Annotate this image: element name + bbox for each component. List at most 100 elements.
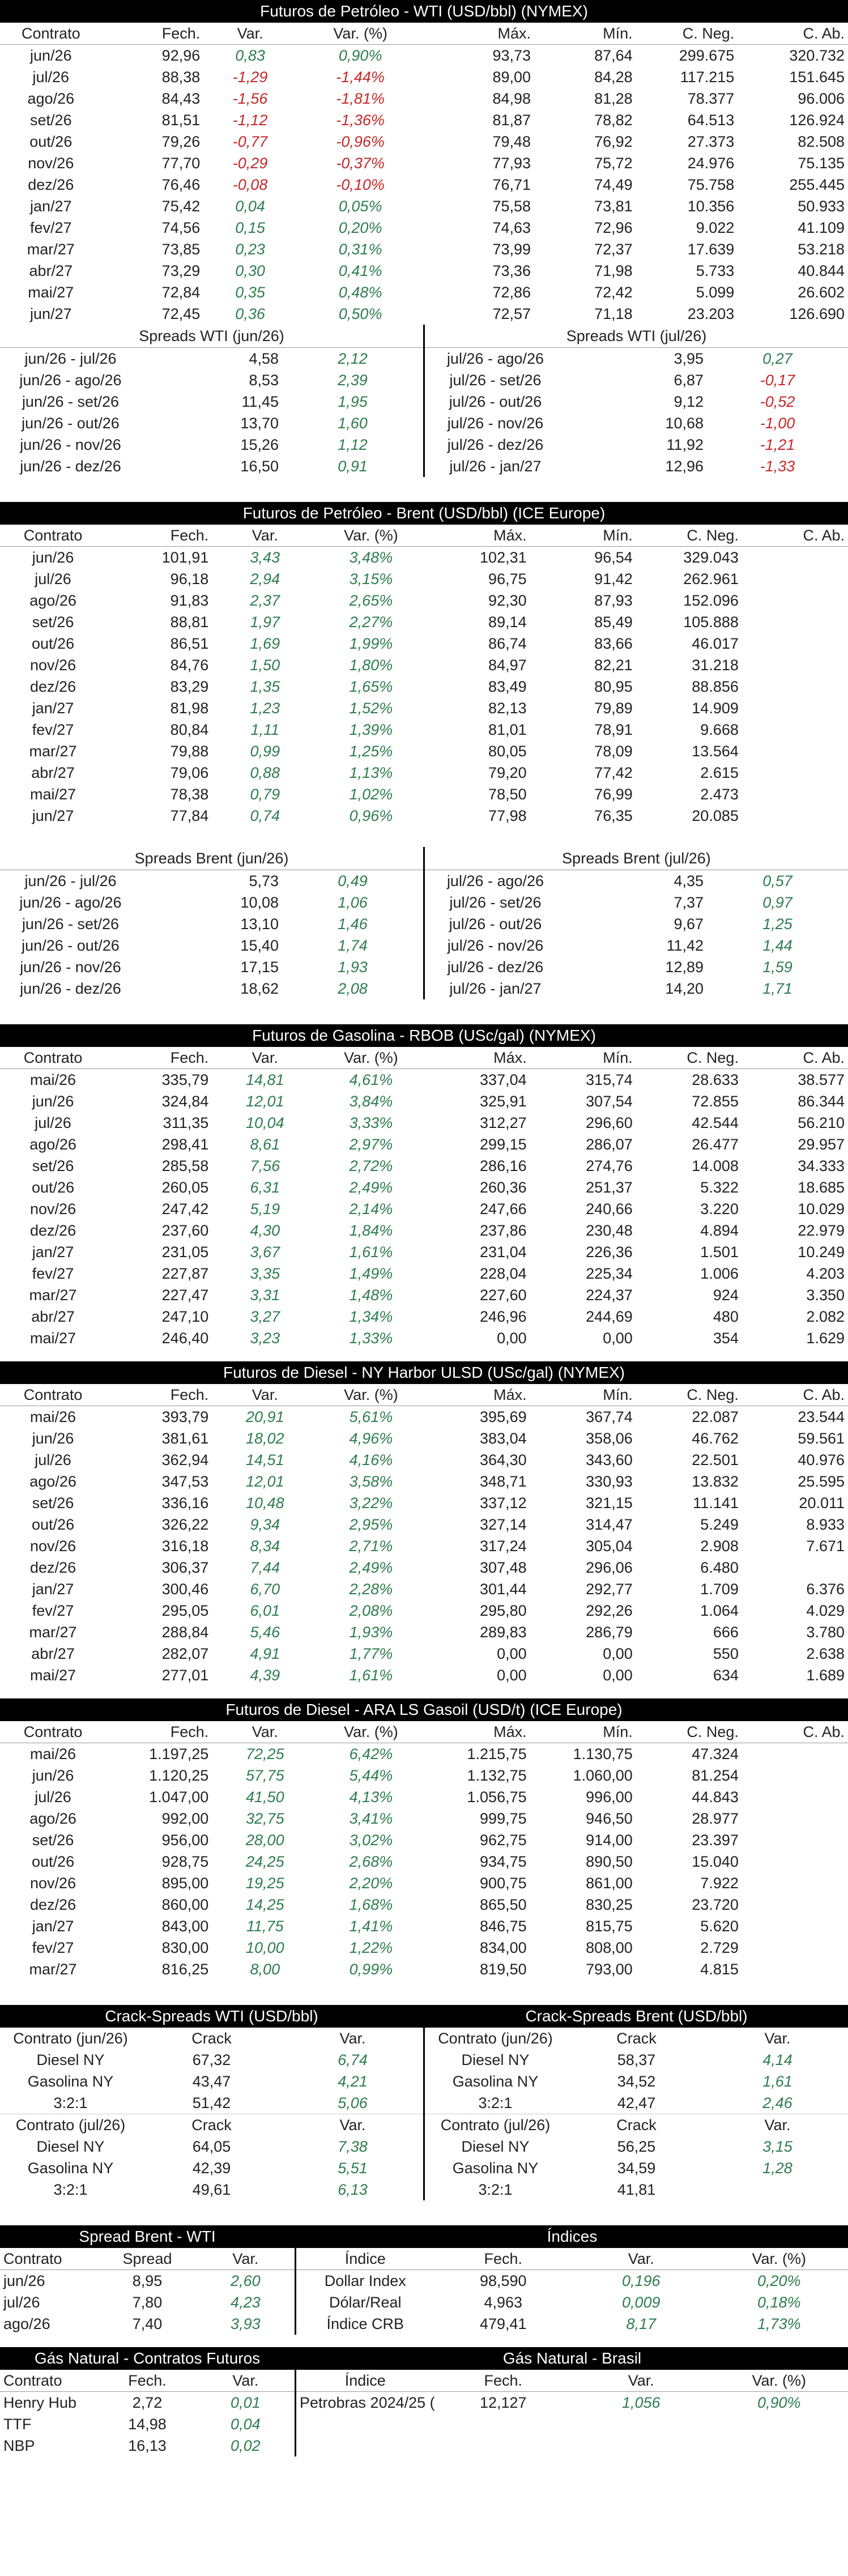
table-cell: 0,00 (603, 1330, 633, 1347)
table-row: mar/27 227,47 3,31 1,48% 227,60 224,37 924 3.35… (0, 1284, 848, 1306)
table-cell: 337,04 (480, 1071, 527, 1088)
table-cell: 0,31% (338, 241, 382, 258)
table-cell: 2,72 (132, 2394, 163, 2411)
column-header: Crack (141, 2114, 282, 2136)
table-cell: 9,34 (250, 1516, 280, 1533)
table-cell: jul/26 (35, 1789, 71, 1806)
table-cell (742, 1765, 848, 1786)
table-cell: 5.099 (696, 284, 735, 301)
table-cell (742, 1915, 848, 1937)
table-cell: 246,96 (480, 1308, 527, 1325)
table-cell: 74,63 (492, 219, 531, 236)
table-row: jul/26 - jan/27 14,20 1,71 (425, 978, 848, 999)
table-cell: 8,00 (250, 1961, 280, 1978)
table-cell: jul/26 (35, 570, 71, 587)
column-header: Var. (%) (318, 1721, 424, 1743)
table-row: jul/26 88,38 -1,29 -1,44% 89,00 84,28 117.215 1… (0, 66, 848, 88)
table-cell: 1,69 (250, 635, 280, 652)
table-cell: 1.006 (700, 1265, 739, 1282)
table-cell: 4,35 (674, 872, 704, 889)
table-cell: 277,01 (161, 1667, 209, 1684)
table-cell: 34,59 (617, 2160, 656, 2177)
table-cell: 327,14 (480, 1516, 527, 1533)
table-cell: 311,35 (163, 1114, 209, 1131)
table-cell: set/26 (32, 1157, 74, 1174)
table-row: Gasolina NY 34,52 1,61 (425, 2071, 848, 2092)
table-cell (742, 1808, 848, 1829)
table-cell: 1.130,75 (573, 1745, 633, 1762)
table-row: ago/26 347,53 12,01 3,58% 348,71 330,93 13.832… (0, 1471, 848, 1492)
table-cell: 0,57 (762, 872, 792, 889)
table-row: out/26 326,22 9,34 2,95% 327,14 314,47 5.249 8.… (0, 1514, 848, 1535)
table-row: nov/26 77,70 -0,29 -0,37% 77,93 75,72 24.976 75… (0, 152, 848, 174)
table-cell: 89,14 (488, 614, 527, 631)
table-cell: 126.690 (789, 305, 845, 322)
table-cell: mai/26 (30, 1408, 76, 1425)
table-cell: 5,46 (250, 1624, 280, 1641)
table-row: ago/26 298,41 8,61 2,97% 299,15 286,07 26.477 2… (0, 1134, 848, 1155)
table-cell: 44.843 (692, 1789, 739, 1806)
brent-spreads: Spreads Brent (jun/26) jun/26 - jul/26 5,… (0, 847, 848, 999)
table-cell: jul/26 - dez/26 (447, 436, 544, 453)
table-cell: 1,99% (349, 635, 393, 652)
table-cell: 861,00 (586, 1875, 633, 1892)
table-cell: 244,69 (586, 1308, 633, 1325)
table-cell: 246,40 (161, 1330, 209, 1347)
table-cell: 286,16 (480, 1157, 527, 1174)
table-cell: 79,26 (161, 133, 201, 150)
table-cell: 4,91 (250, 1645, 280, 1662)
table-cell: 914,00 (586, 1832, 633, 1849)
table-cell: 40.844 (798, 262, 845, 279)
table-cell: 6.376 (806, 1581, 845, 1598)
table-row: jul/26 - jan/27 12,96 -1,33 (425, 455, 848, 477)
table-cell: 22.979 (798, 1222, 845, 1239)
table-cell: 64.513 (687, 112, 735, 129)
table-cell: 0,36 (235, 305, 265, 322)
table-cell: jul/26 - set/26 (449, 372, 542, 389)
table-cell: jul/26 - ago/26 (446, 872, 544, 889)
table-row: jun/26 - jul/26 5,73 0,49 (0, 870, 423, 892)
table-cell: 1,93% (349, 1624, 393, 1641)
table-cell: 10,68 (665, 415, 704, 432)
table-row: abr/27 282,07 4,91 1,77% 0,00 0,00 550 2.638 (0, 1643, 848, 1664)
table-row: Dollar Index 98,590 0,196 0,20% (296, 2270, 848, 2292)
table-cell: 85,49 (594, 614, 633, 631)
column-header: C. Neg. (636, 1047, 742, 1069)
table-cell: fev/27 (32, 1939, 74, 1956)
table-cell: 0,00 (497, 1330, 527, 1347)
table-cell: 6,74 (338, 2051, 368, 2068)
table-cell: jul/26 (35, 1451, 71, 1468)
table-cell: 25.595 (798, 1473, 845, 1490)
table-cell: 10.029 (798, 1200, 845, 1217)
table-cell (742, 805, 848, 827)
table-row: dez/26 860,00 14,25 1,68% 865,50 830,25 23.720 (0, 1894, 848, 1915)
table-cell: 83,49 (488, 678, 527, 695)
table-cell: 0,00 (603, 1667, 633, 1684)
table-cell: 2.729 (700, 1939, 739, 1956)
table-row: dez/26 83,29 1,35 1,65% 83,49 80,95 88.856 (0, 676, 848, 697)
table-cell: 13.832 (692, 1473, 739, 1490)
table-cell: -1,36% (336, 112, 385, 129)
table-row: mai/27 72,84 0,35 0,48% 72,86 72,42 5.099 26.60… (0, 282, 848, 303)
table-cell: jan/27 (32, 1244, 74, 1261)
table-cell: 1.056,75 (467, 1789, 527, 1806)
crack-wti-title: Crack-Spreads WTI (USD/bbl) (0, 2005, 423, 2028)
table-cell: 1,59 (762, 959, 792, 976)
table-cell: 16,50 (240, 458, 279, 475)
table-cell: 5,19 (250, 1200, 280, 1217)
table-cell: 78,82 (594, 112, 633, 129)
column-header: Fech. (106, 1721, 212, 1743)
table-row: nov/26 84,76 1,50 1,80% 84,97 82,21 31.218 (0, 654, 848, 676)
table-cell (742, 1829, 848, 1851)
gas-brasil-title: Gás Natural - Brasil (296, 2347, 848, 2370)
table-cell: jul/26 (35, 1114, 71, 1131)
table-row: ago/26 992,00 32,75 3,41% 999,75 946,50 28.977 (0, 1808, 848, 1829)
table-cell: 5,44% (349, 1767, 393, 1784)
table-cell: abr/27 (31, 1645, 75, 1662)
table-cell: -1,33 (760, 458, 795, 475)
table-cell: 1,97 (250, 614, 280, 631)
table-cell: 4,30 (250, 1222, 280, 1239)
table-cell: 105.888 (683, 614, 739, 631)
table-row: Henry Hub 2,72 0,01 (0, 2392, 295, 2414)
